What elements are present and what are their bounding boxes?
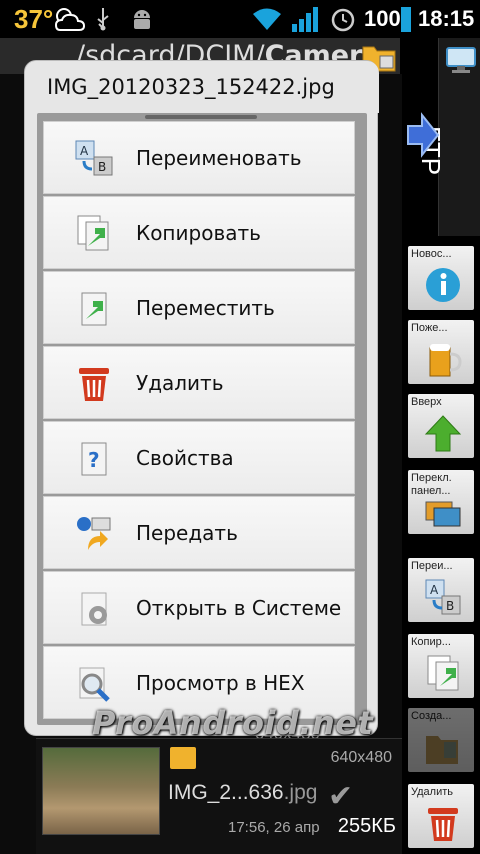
status-bar: 37° 100 18:15 bbox=[0, 0, 480, 38]
switch-panel-label: Перекл. панел... bbox=[411, 472, 452, 497]
temperature-text: 37° bbox=[14, 4, 54, 34]
checkmark-icon[interactable]: ✔ bbox=[328, 779, 353, 814]
menu-item-label: Переместить bbox=[136, 296, 275, 320]
menu-item-share[interactable]: Передать bbox=[43, 496, 355, 569]
resolution-text: 640x480 bbox=[330, 749, 392, 766]
battery-percent: 100 bbox=[364, 6, 401, 31]
move-icon bbox=[81, 292, 107, 326]
info-icon bbox=[426, 268, 460, 302]
dialog-title: IMG_20120323_152422.jpg bbox=[25, 61, 379, 113]
svg-text:?: ? bbox=[88, 448, 100, 472]
copy-label: Копир... bbox=[411, 636, 451, 648]
svg-text:B: B bbox=[98, 160, 106, 174]
rename-label: Переи... bbox=[411, 560, 453, 572]
share-icon bbox=[77, 517, 111, 550]
weather-cloud-icon bbox=[54, 8, 86, 31]
rename-button[interactable]: Переи... AB bbox=[408, 558, 474, 622]
context-menu-dialog: IMG_20120323_152422.jpg AB Переименовать… bbox=[24, 60, 379, 736]
alarm-icon bbox=[331, 8, 355, 32]
delete-button[interactable]: Удалить bbox=[408, 784, 474, 848]
create-folder-icon bbox=[426, 736, 458, 764]
list-item[interactable]: 640x480 IMG_2...636.jpg ✔ 17:56, 26 апр … bbox=[36, 738, 402, 854]
svg-text:B: B bbox=[446, 599, 454, 613]
menu-item-label: Передать bbox=[136, 521, 238, 545]
arrow-right-icon[interactable] bbox=[406, 112, 440, 158]
battery-icon bbox=[401, 7, 411, 32]
file-name: IMG_2...636.jpg bbox=[168, 781, 318, 804]
create-label: Созда... bbox=[411, 710, 452, 722]
properties-icon: ? bbox=[81, 442, 107, 476]
svg-text:A: A bbox=[80, 144, 89, 158]
up-button[interactable]: Вверх bbox=[408, 394, 474, 458]
clock-time: 18:15 bbox=[418, 6, 475, 31]
menu-item-label: Свойства bbox=[136, 446, 234, 470]
delete-label: Удалить bbox=[411, 786, 453, 798]
right-toolbar: FTP Новос... Поже... Вверх Перекл. панел… bbox=[402, 38, 480, 854]
signal-icon bbox=[292, 7, 318, 32]
donate-label: Поже... bbox=[411, 322, 448, 334]
create-button[interactable]: Созда... bbox=[408, 708, 474, 772]
folder-badge-icon bbox=[170, 747, 196, 769]
scroll-indicator bbox=[145, 115, 257, 119]
arrow-up-icon bbox=[424, 415, 462, 452]
news-label: Новос... bbox=[411, 248, 452, 260]
menu-item-label: Удалить bbox=[136, 371, 224, 395]
image-thumbnail bbox=[42, 747, 160, 835]
donate-button[interactable]: Поже... bbox=[408, 320, 474, 384]
trash-icon bbox=[79, 368, 109, 401]
rename-icon: AB bbox=[75, 140, 113, 176]
android-debug-icon bbox=[134, 10, 150, 29]
menu-item-label: Открыть в Системе bbox=[136, 596, 342, 620]
file-date: 17:56, 26 апр bbox=[228, 819, 320, 836]
menu-item-copy[interactable]: Копировать bbox=[43, 196, 355, 269]
file-size: 255КБ bbox=[337, 815, 396, 837]
menu-item-rename[interactable]: AB Переименовать bbox=[43, 121, 355, 194]
dialog-menu-list[interactable]: AB Переименовать Копировать Переместить … bbox=[37, 113, 367, 725]
news-button[interactable]: Новос... bbox=[408, 246, 474, 310]
switch-panel-button[interactable]: Перекл. панел... bbox=[408, 470, 474, 534]
usb-icon bbox=[97, 8, 109, 31]
rename-icon: AB bbox=[425, 579, 461, 615]
open-system-icon bbox=[81, 592, 107, 626]
switch-panel-icon bbox=[425, 501, 461, 527]
monitor-icon bbox=[446, 47, 476, 73]
watermark-text: ProAndroid.net bbox=[92, 704, 374, 742]
menu-item-label: Копировать bbox=[136, 221, 261, 245]
menu-item-label: Переименовать bbox=[136, 146, 302, 170]
trash-icon bbox=[428, 808, 458, 841]
wifi-icon bbox=[253, 8, 281, 30]
copy-icon bbox=[77, 215, 109, 251]
copy-icon bbox=[427, 655, 459, 691]
menu-item-delete[interactable]: Удалить bbox=[43, 346, 355, 419]
beer-mug-icon bbox=[429, 344, 462, 377]
copy-button[interactable]: Копир... bbox=[408, 634, 474, 698]
svg-text:A: A bbox=[430, 583, 439, 597]
menu-item-open-system[interactable]: Открыть в Системе bbox=[43, 571, 355, 644]
up-label: Вверх bbox=[411, 396, 442, 408]
menu-item-properties[interactable]: ? Свойства bbox=[43, 421, 355, 494]
menu-item-move[interactable]: Переместить bbox=[43, 271, 355, 344]
hex-view-icon bbox=[79, 667, 110, 702]
